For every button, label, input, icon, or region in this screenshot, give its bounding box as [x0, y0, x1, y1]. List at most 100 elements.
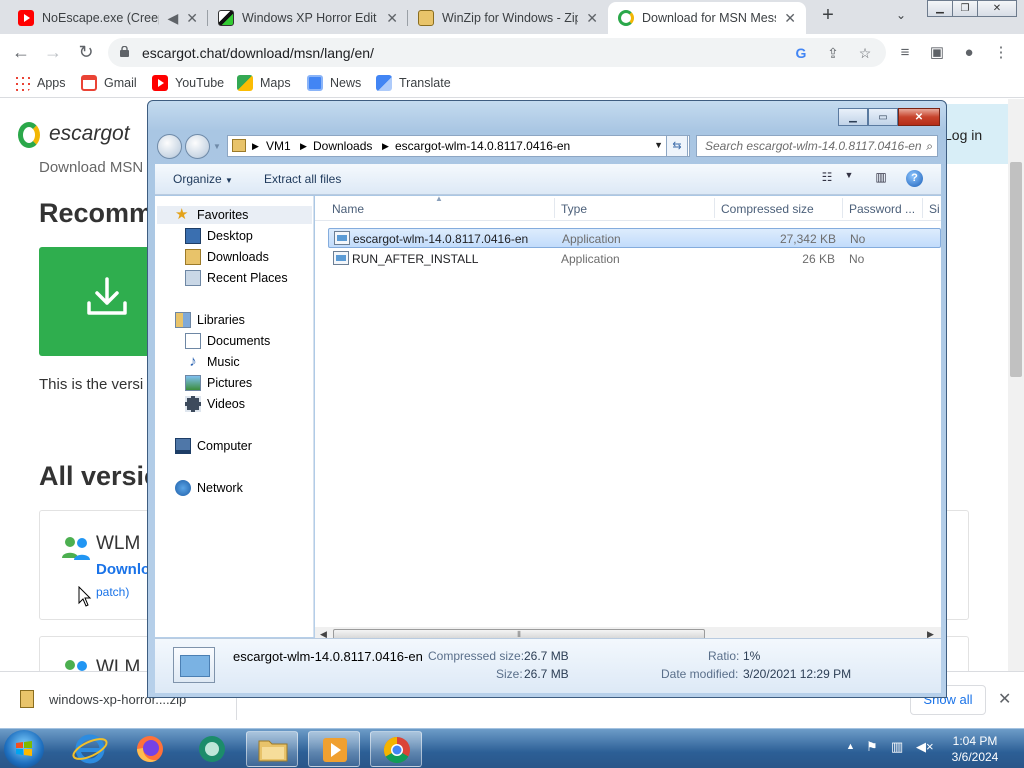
nav-desktop[interactable]: Desktop	[185, 227, 253, 245]
nav-network[interactable]: Network	[175, 479, 243, 497]
refresh-icon[interactable]: ⇆	[666, 135, 688, 157]
download-button[interactable]	[39, 247, 154, 356]
share-icon[interactable]: ⇪	[823, 43, 843, 63]
tab-download-msn[interactable]: Download for MSN Mess ✕	[608, 2, 806, 34]
firefox-icon[interactable]	[124, 731, 176, 767]
winzip-icon	[418, 10, 434, 26]
escargot-messenger-icon[interactable]	[186, 731, 238, 767]
recent-places-icon	[185, 270, 201, 286]
details-size-value: 26.7 MB	[524, 667, 569, 681]
back-button[interactable]	[157, 134, 182, 159]
start-button[interactable]	[4, 730, 44, 768]
breadcrumb-current-folder[interactable]: escargot-wlm-14.0.8117.0416-en	[395, 139, 570, 153]
card-patch-link[interactable]: patch)	[96, 585, 129, 599]
back-arrow-icon[interactable]: ←	[10, 41, 32, 63]
explorer-close-button[interactable]: ✕	[898, 108, 940, 126]
help-icon[interactable]: ?	[906, 170, 923, 187]
breadcrumb-downloads[interactable]: Downloads	[313, 139, 372, 153]
nav-recent-places[interactable]: Recent Places	[185, 269, 288, 287]
tab-windows-xp-horror[interactable]: Windows XP Horror Edit ✕	[208, 2, 408, 34]
menu-kebab-icon[interactable]: ⋮	[990, 42, 1012, 64]
search-icon[interactable]: ⌕	[926, 139, 933, 154]
forward-button[interactable]	[185, 134, 210, 159]
column-size[interactable]: Si	[929, 202, 940, 216]
nav-documents[interactable]: Documents	[185, 332, 270, 350]
explorer-minimize-button[interactable]: ▁	[838, 108, 868, 126]
card-download-link[interactable]: Downlo	[96, 561, 150, 578]
nav-videos[interactable]: Videos	[185, 395, 245, 413]
volume-muted-icon[interactable]: ◀×	[916, 739, 934, 768]
bookmark-star-icon[interactable]: ☆	[855, 43, 875, 63]
column-type[interactable]: Type	[561, 202, 587, 216]
tab-search-chevron-icon[interactable]: ⌄	[896, 8, 906, 22]
reload-icon[interactable]: ↻	[75, 41, 97, 63]
bookmark-youtube[interactable]: YouTube	[152, 75, 224, 91]
breadcrumb-vm1[interactable]: VM1	[266, 139, 291, 153]
nav-pictures[interactable]: Pictures	[185, 374, 252, 392]
media-player-icon[interactable]	[308, 731, 360, 767]
bookmark-maps[interactable]: Maps	[237, 75, 291, 91]
scrollbar-thumb[interactable]	[1010, 162, 1022, 377]
extract-all-files-button[interactable]: Extract all files	[264, 172, 341, 186]
breadcrumb-arrow-icon[interactable]: ▶	[252, 141, 259, 152]
address-dropdown-icon[interactable]: ▼	[654, 140, 663, 150]
reading-list-icon[interactable]: ≡	[894, 42, 916, 64]
escargot-logo-icon[interactable]	[18, 122, 40, 148]
explorer-search-input[interactable]: Search escargot-wlm-14.0.8117.0416-en ⌕	[696, 135, 938, 157]
recent-pages-chevron-icon[interactable]: ▼	[213, 142, 221, 151]
bookmark-gmail[interactable]: Gmail	[81, 75, 137, 91]
google-lens-icon[interactable]: G	[791, 43, 811, 63]
windows-explorer-icon[interactable]	[246, 731, 298, 767]
address-bar[interactable]: escargot.chat/download/msn/lang/en/ G ⇪ …	[108, 38, 886, 67]
explorer-maximize-button[interactable]: ▭	[868, 108, 898, 126]
chrome-icon[interactable]	[370, 731, 422, 767]
organize-button[interactable]: Organize ▼	[173, 172, 233, 186]
minimize-window-button[interactable]: ▁	[927, 0, 953, 17]
column-password[interactable]: Password ...	[849, 202, 915, 216]
nav-libraries[interactable]: Libraries	[175, 311, 245, 329]
nav-computer[interactable]: Computer	[175, 437, 252, 455]
page-scrollbar[interactable]	[1008, 99, 1024, 671]
view-dropdown-icon[interactable]: ▼	[839, 170, 859, 188]
show-hidden-icons-icon[interactable]: ▲	[846, 741, 855, 768]
file-row[interactable]: RUN_AFTER_INSTALL Application 26 KB No	[328, 249, 941, 269]
close-tab-icon[interactable]: ✕	[586, 10, 598, 27]
close-tab-icon[interactable]: ✕	[386, 10, 398, 27]
tab-noescape[interactable]: NoEscape.exe (Creep ◀ ✕	[8, 2, 208, 34]
breadcrumb-arrow-icon[interactable]: ▶	[300, 141, 307, 152]
file-row[interactable]: escargot-wlm-14.0.8117.0416-en Applicati…	[328, 228, 941, 248]
bookmark-news[interactable]: News	[307, 75, 361, 91]
close-window-button[interactable]: ✕	[977, 0, 1017, 17]
breadcrumb-arrow-icon[interactable]: ▶	[382, 141, 389, 152]
forward-arrow-icon[interactable]: →	[42, 41, 64, 63]
side-panel-icon[interactable]: ▣	[926, 42, 948, 64]
sort-ascending-icon: ▲	[435, 194, 443, 203]
bookmark-translate[interactable]: Translate	[376, 75, 451, 91]
taskbar-clock[interactable]: 1:04 PM 3/6/2024	[945, 733, 1005, 765]
network-icon[interactable]: ▥	[891, 739, 903, 768]
caption-buttons: ▁ ▭ ✕	[838, 108, 940, 126]
speaker-mute-icon[interactable]: ◀	[167, 10, 178, 27]
preview-pane-icon[interactable]: ▥	[871, 170, 891, 188]
close-shelf-icon[interactable]: ✕	[998, 689, 1011, 709]
details-ratio-label: Ratio:	[708, 649, 740, 663]
column-compressed-size[interactable]: Compressed size	[721, 202, 814, 216]
profile-avatar-icon[interactable]: ●	[958, 42, 980, 64]
new-tab-button[interactable]: +	[816, 4, 840, 27]
explorer-address-bar[interactable]: ▶ VM1 ▶ Downloads ▶ escargot-wlm-14.0.81…	[227, 135, 690, 157]
close-tab-icon[interactable]: ✕	[784, 10, 796, 27]
tab-winzip[interactable]: WinZip for Windows - Zip ✕	[408, 2, 608, 34]
view-options-icon[interactable]: ☷	[817, 170, 837, 188]
close-tab-icon[interactable]: ✕	[186, 10, 198, 27]
column-name[interactable]: Name	[332, 202, 364, 216]
action-center-flag-icon[interactable]: ⚑	[866, 739, 878, 768]
bookmark-apps[interactable]: Apps	[14, 75, 66, 91]
browser-toolbar: ← → ↻ escargot.chat/download/msn/lang/en…	[0, 34, 1024, 70]
restore-window-button[interactable]: ❐	[952, 0, 978, 17]
clock-time: 1:04 PM	[952, 734, 998, 748]
nav-music[interactable]: ♪ Music	[185, 353, 239, 371]
nav-downloads[interactable]: Downloads	[185, 248, 269, 266]
internet-explorer-icon[interactable]	[64, 731, 116, 767]
site-logo[interactable]: escargot	[49, 122, 130, 146]
nav-favorites[interactable]: ★ Favorites	[157, 206, 312, 224]
